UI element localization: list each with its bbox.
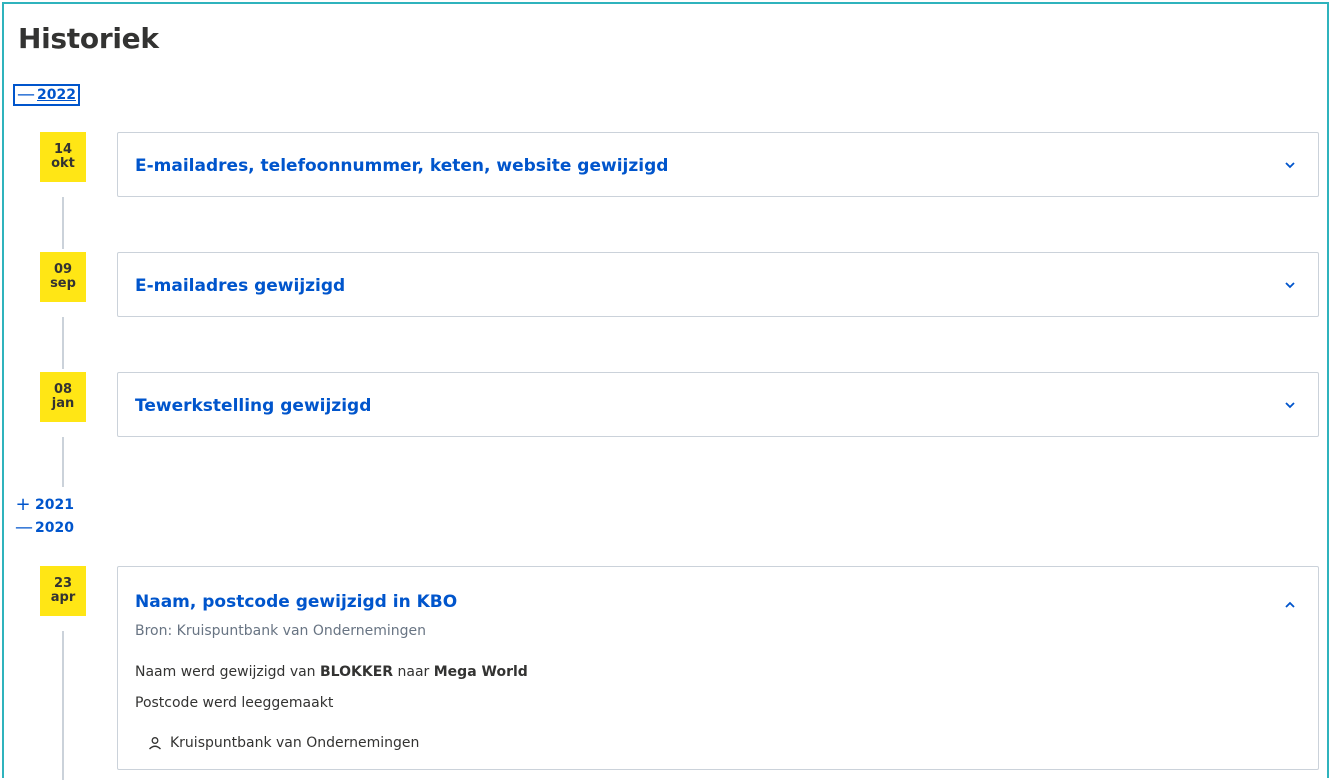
year-toggle-2021[interactable]: + 2021 <box>15 494 74 515</box>
chevron-up-icon[interactable] <box>1282 597 1298 613</box>
history-entry[interactable]: Tewerkstelling gewijzigd <box>117 372 1319 437</box>
date-day: 23 <box>53 576 73 591</box>
page-title: Historiek <box>18 22 159 55</box>
history-entry[interactable]: E-mailadres gewijzigd <box>117 252 1319 317</box>
new-value: Mega World <box>433 664 528 680</box>
person-icon <box>149 737 161 750</box>
collapse-icon: — <box>15 517 33 538</box>
date-day: 14 <box>53 142 73 157</box>
change-text: naar <box>393 664 434 680</box>
year-label: 2020 <box>35 520 74 536</box>
timeline-line <box>62 437 64 487</box>
chevron-down-icon[interactable] <box>1282 397 1298 413</box>
timeline-line <box>62 317 64 369</box>
date-badge: 14 okt <box>40 132 86 182</box>
expand-icon: + <box>15 494 31 515</box>
entry-title[interactable]: E-mailadres gewijzigd <box>135 276 345 296</box>
source-row: Kruispuntbank van Ondernemingen <box>148 735 419 751</box>
history-entry-expanded[interactable]: Naam, postcode gewijzigd in KBO Bron: Kr… <box>117 566 1319 770</box>
history-entry[interactable]: E-mailadres, telefoonnummer, keten, webs… <box>117 132 1319 197</box>
chevron-down-icon[interactable] <box>1282 277 1298 293</box>
date-badge: 09 sep <box>40 252 86 302</box>
source-label: Kruispuntbank van Ondernemingen <box>170 735 420 751</box>
change-text: Naam werd gewijzigd van <box>135 664 321 680</box>
timeline-line <box>62 631 64 780</box>
date-month: apr <box>50 590 76 605</box>
change-postcode-line: Postcode werd leeggemaakt <box>135 695 334 711</box>
timeline-line <box>62 197 64 249</box>
entry-title[interactable]: Naam, postcode gewijzigd in KBO <box>135 592 457 612</box>
entry-title[interactable]: Tewerkstelling gewijzigd <box>135 396 371 416</box>
year-label: 2021 <box>35 497 74 513</box>
old-value: BLOKKER <box>320 664 394 680</box>
date-badge: 08 jan <box>40 372 86 422</box>
entry-source-subtitle: Bron: Kruispuntbank van Ondernemingen <box>135 623 427 639</box>
change-name-line: Naam werd gewijzigd van BLOKKER naar Meg… <box>135 664 528 680</box>
date-month: sep <box>50 276 76 291</box>
date-month: okt <box>51 156 75 171</box>
year-toggle-2022[interactable]: — 2022 <box>13 84 80 106</box>
year-label: 2022 <box>37 87 76 103</box>
date-badge: 23 apr <box>40 566 86 616</box>
date-day: 09 <box>53 262 73 277</box>
date-day: 08 <box>53 382 73 397</box>
date-month: jan <box>51 396 75 411</box>
collapse-icon: — <box>17 84 35 105</box>
chevron-down-icon[interactable] <box>1282 157 1298 173</box>
year-toggle-2020[interactable]: — 2020 <box>15 517 74 538</box>
entry-title[interactable]: E-mailadres, telefoonnummer, keten, webs… <box>135 156 668 176</box>
